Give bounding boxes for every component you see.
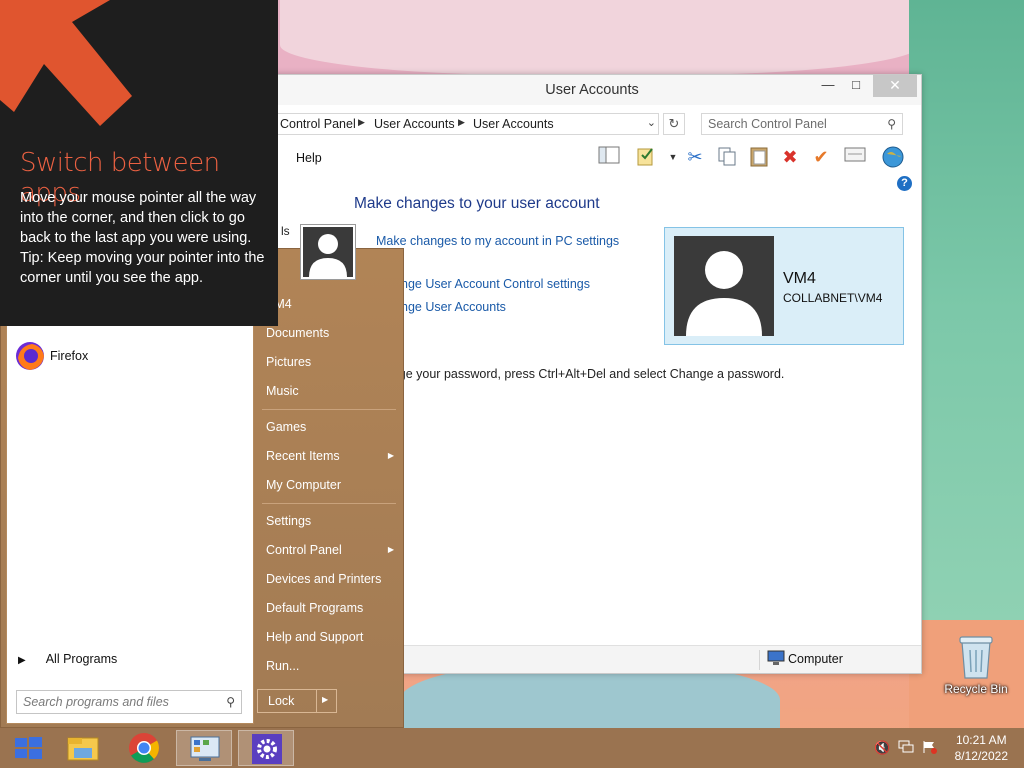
breadcrumb-user-accounts[interactable]: User Accounts	[374, 117, 455, 131]
start-search-box[interactable]: ⚲	[16, 690, 242, 714]
chevron-right-icon: ▶	[387, 451, 394, 460]
program-label: Firefox	[50, 349, 89, 363]
help-icon[interactable]: ?	[897, 176, 912, 191]
switch-apps-tip: Switch between apps Move your mouse poin…	[0, 0, 278, 326]
system-clock[interactable]: 10:21 AM 8/12/2022	[955, 732, 1008, 764]
start-item-devices-printers[interactable]: Devices and Printers	[262, 566, 396, 592]
all-programs-label: All Programs	[45, 652, 118, 666]
user-name: VM4	[783, 270, 816, 287]
chevron-right-icon[interactable]: ▶	[322, 695, 328, 704]
start-item-recent-items[interactable]: Recent Items ▶	[262, 443, 396, 469]
copy-icon[interactable]	[715, 145, 739, 169]
breadcrumb-user-accounts-current[interactable]: User Accounts	[473, 117, 554, 131]
taskbar: 🔇 10:21 AM 8/12/2022	[0, 728, 1024, 768]
clock-time: 10:21 AM	[955, 733, 1007, 747]
minimize-button[interactable]: —	[813, 75, 843, 97]
cut-icon[interactable]: ✂	[683, 145, 707, 169]
close-button[interactable]: ✕	[873, 75, 917, 97]
control-panel-taskbar-icon[interactable]	[176, 730, 232, 766]
left-pane-text: ls	[281, 224, 290, 238]
user-picture	[674, 236, 774, 336]
delete-icon[interactable]: ✖	[778, 145, 802, 169]
recycle-bin-label: Recycle Bin	[944, 682, 1008, 696]
paste-icon[interactable]	[747, 145, 771, 169]
uac-settings-link[interactable]: nge User Account Control settings	[401, 277, 590, 291]
start-item-control-panel[interactable]: Control Panel ▶	[262, 537, 396, 563]
status-location: Computer	[788, 652, 843, 666]
search-icon[interactable]: ⚲	[887, 117, 896, 131]
program-firefox[interactable]: Firefox	[8, 340, 246, 374]
chevron-down-icon[interactable]: ⌄	[647, 116, 656, 129]
start-item-user[interactable]: VM4	[262, 291, 396, 317]
start-item-pictures[interactable]: Pictures	[262, 349, 396, 375]
lock-button[interactable]: Lock ▶	[257, 689, 337, 713]
settings-taskbar-icon[interactable]	[238, 730, 294, 766]
start-item-settings[interactable]: Settings	[262, 508, 396, 534]
window-titlebar[interactable]: User Accounts — □ ✕	[263, 75, 921, 105]
volume-muted-icon[interactable]: 🔇	[874, 740, 890, 756]
tip-body-text: Move your mouse pointer all the way into…	[20, 190, 257, 246]
refresh-icon[interactable]: ↻	[663, 113, 685, 135]
chrome-icon[interactable]	[116, 730, 172, 766]
windows-start-button[interactable]	[0, 730, 56, 766]
file-explorer-icon[interactable]	[56, 730, 112, 766]
firefox-icon	[14, 340, 46, 372]
network-icon[interactable]	[898, 740, 914, 757]
user-card: VM4 COLLABNET\VM4	[664, 227, 904, 345]
start-item-my-computer[interactable]: My Computer	[262, 472, 396, 498]
chevron-down-icon[interactable]: ▼	[661, 145, 685, 169]
computer-icon	[767, 650, 785, 669]
chevron-right-icon[interactable]: ▶	[458, 117, 465, 128]
recycle-bin-icon[interactable]: Recycle Bin	[940, 630, 1012, 700]
menu-help[interactable]: Help	[296, 151, 322, 165]
arrow-up-left-icon	[0, 0, 132, 126]
user-domain: COLLABNET\VM4	[783, 291, 883, 305]
breadcrumb-control-panel[interactable]: Control Panel	[280, 117, 356, 131]
password-note: To change your password, press Ctrl+Alt+…	[355, 367, 785, 381]
start-search-input[interactable]	[23, 694, 213, 710]
clock-date: 8/12/2022	[954, 749, 1008, 763]
search-box[interactable]: ⚲	[701, 113, 903, 135]
tip-hint-text: Tip: Keep moving your pointer into the c…	[20, 250, 265, 286]
chevron-right-icon: ▶	[387, 545, 394, 554]
globe-icon[interactable]	[881, 145, 905, 169]
maximize-button[interactable]: □	[841, 75, 871, 97]
start-item-music[interactable]: Music	[262, 378, 396, 404]
start-item-games[interactable]: Games	[262, 414, 396, 440]
layout-icon[interactable]	[597, 145, 621, 169]
chevron-right-icon[interactable]: ▶	[358, 117, 365, 128]
tip-body: Move your mouse pointer all the way into…	[20, 188, 265, 288]
triangle-right-icon: ▶	[18, 655, 26, 666]
manage-accounts-link[interactable]: nge User Accounts	[401, 300, 506, 314]
email-icon[interactable]	[843, 145, 867, 169]
all-programs[interactable]: ▶ All Programs	[18, 652, 117, 666]
action-center-flag-icon[interactable]	[922, 740, 938, 757]
address-bar[interactable]: Control Panel ▶ User Accounts ▶ User Acc…	[275, 113, 659, 135]
properties-icon[interactable]	[635, 145, 659, 169]
check-icon[interactable]: ✔	[809, 145, 833, 169]
start-user-avatar[interactable]	[300, 224, 356, 280]
start-item-run[interactable]: Run...	[262, 653, 396, 679]
start-item-help-support[interactable]: Help and Support	[262, 624, 396, 650]
search-icon[interactable]: ⚲	[226, 695, 235, 709]
search-input[interactable]	[708, 116, 878, 132]
start-item-default-programs[interactable]: Default Programs	[262, 595, 396, 621]
page-title: Make changes to your user account	[354, 195, 600, 212]
pc-settings-link[interactable]: Make changes to my account in PC setting…	[376, 234, 619, 248]
start-item-documents[interactable]: Documents	[262, 320, 396, 346]
